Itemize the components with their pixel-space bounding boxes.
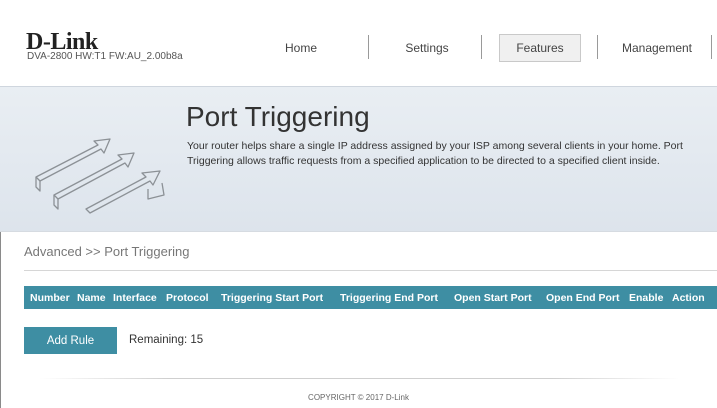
- remaining-count: Remaining: 15: [129, 334, 204, 346]
- nav-management[interactable]: Management: [612, 34, 702, 62]
- column-protocol: Protocol: [166, 292, 209, 304]
- breadcrumb: Advanced >> Port Triggering: [24, 244, 190, 259]
- column-triggering-end-port: Triggering End Port: [340, 292, 439, 304]
- nav-separator: [481, 35, 482, 59]
- device-info: DVA-2800 HW:T1 FW:AU_2.00b8a: [27, 51, 183, 62]
- rules-table-header: Number Name Interface Protocol Triggerin…: [24, 286, 717, 309]
- nav-features[interactable]: Features: [499, 34, 581, 62]
- column-open-end-port: Open End Port: [546, 292, 620, 304]
- page-title: Port Triggering: [186, 101, 370, 132]
- add-rule-button[interactable]: Add Rule: [24, 327, 117, 354]
- column-open-start-port: Open Start Port: [454, 292, 532, 304]
- nav-separator: [368, 35, 369, 59]
- column-action: Action: [672, 292, 705, 304]
- column-enable: Enable: [629, 292, 664, 304]
- footer-divider: [40, 378, 680, 379]
- nav-separator: [597, 35, 598, 59]
- nav-home[interactable]: Home: [268, 34, 334, 62]
- column-interface: Interface: [113, 292, 157, 304]
- copyright: COPYRIGHT © 2017 D-Link: [308, 393, 409, 402]
- column-triggering-start-port: Triggering Start Port: [221, 292, 324, 304]
- port-triggering-icon: [35, 138, 165, 214]
- divider: [24, 270, 717, 271]
- column-number: Number: [30, 292, 70, 304]
- feature-banner: Port Triggering Your router helps share …: [0, 86, 717, 232]
- nav-settings[interactable]: Settings: [392, 34, 462, 62]
- nav-separator: [711, 35, 712, 59]
- header: D-Link DVA-2800 HW:T1 FW:AU_2.00b8a Home…: [0, 0, 717, 86]
- page-description: Your router helps share a single IP addr…: [187, 140, 683, 167]
- column-name: Name: [77, 292, 106, 304]
